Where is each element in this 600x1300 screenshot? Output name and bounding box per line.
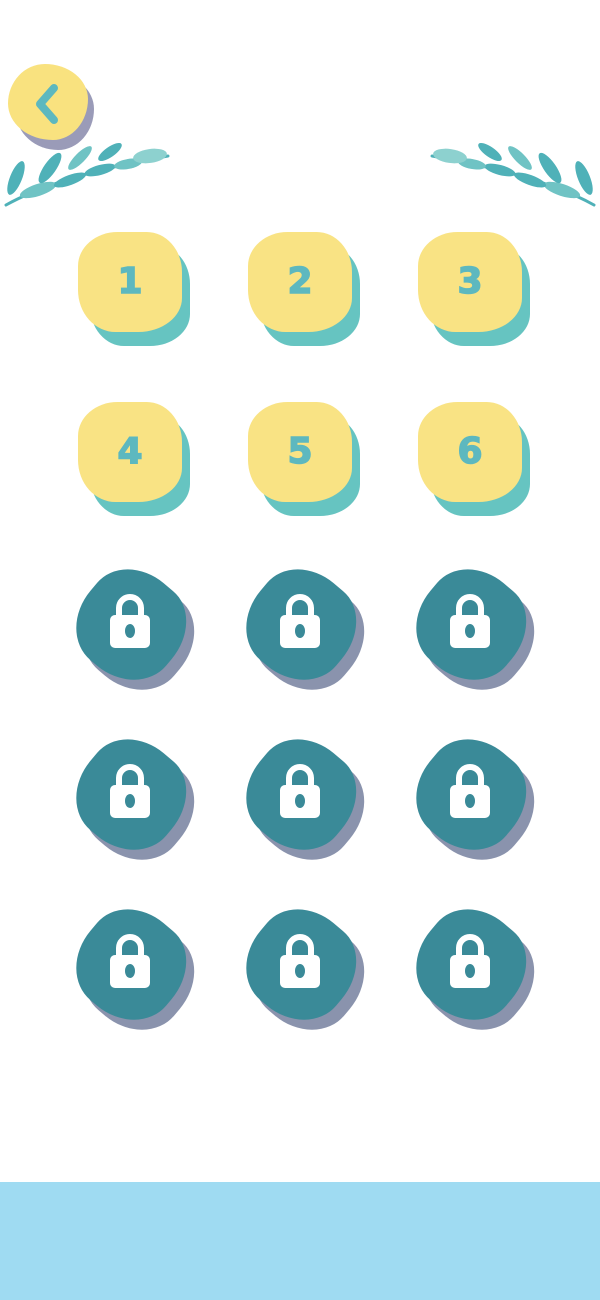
level-11-locked-button[interactable]: [226, 720, 384, 880]
level-2-button[interactable]: 2: [246, 230, 364, 348]
tile-face: 1: [78, 232, 182, 332]
lock-icon: [280, 764, 320, 818]
lock-icon: [280, 934, 320, 988]
leaf-branch-right-icon: [430, 142, 596, 207]
level-number: 6: [457, 430, 484, 473]
tile-face: 6: [418, 402, 522, 502]
level-6-button[interactable]: 6: [416, 400, 534, 518]
level-number: 1: [117, 260, 144, 303]
chevron-left-icon: [36, 84, 58, 124]
level-15-locked-button[interactable]: [396, 890, 554, 1050]
lock-icon: [110, 594, 150, 648]
level-number: 2: [287, 260, 314, 303]
lock-icon: [450, 594, 490, 648]
level-4-button[interactable]: 4: [76, 400, 194, 518]
level-5-button[interactable]: 5: [246, 400, 364, 518]
level-14-locked-button[interactable]: [226, 890, 384, 1050]
level-7-locked-button[interactable]: [56, 550, 214, 710]
tile-face: 3: [418, 232, 522, 332]
lock-icon: [110, 764, 150, 818]
leaf-branch-left-icon: [4, 142, 170, 207]
level-number: 4: [117, 430, 144, 473]
level-8-locked-button[interactable]: [226, 550, 384, 710]
tile-face: 5: [248, 402, 352, 502]
level-3-button[interactable]: 3: [416, 230, 534, 348]
lock-icon: [450, 764, 490, 818]
tile-face: 2: [248, 232, 352, 332]
level-1-button[interactable]: 1: [76, 230, 194, 348]
lock-icon: [450, 934, 490, 988]
level-12-locked-button[interactable]: [396, 720, 554, 880]
lock-icon: [110, 934, 150, 988]
level-9-locked-button[interactable]: [396, 550, 554, 710]
tile-face: 4: [78, 402, 182, 502]
level-10-locked-button[interactable]: [56, 720, 214, 880]
lock-icon: [280, 594, 320, 648]
bottom-banner: [0, 1182, 600, 1300]
level-number: 3: [457, 260, 484, 303]
level-grid: 1 2 3 4 5 6: [56, 230, 554, 1050]
level-number: 5: [287, 430, 314, 473]
level-13-locked-button[interactable]: [56, 890, 214, 1050]
